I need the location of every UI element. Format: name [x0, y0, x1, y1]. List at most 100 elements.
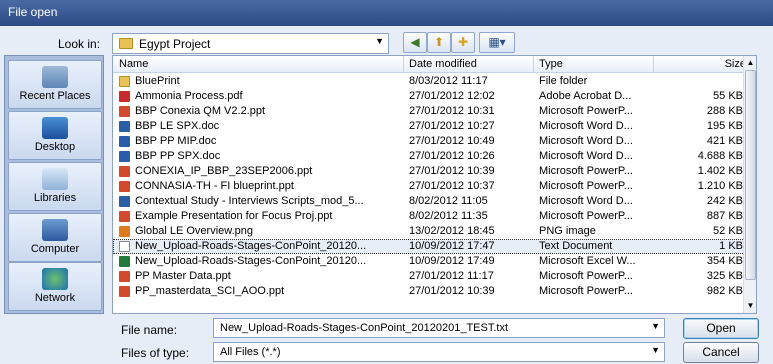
- file-date: 27/01/2012 10:39: [409, 285, 495, 297]
- place-label: Network: [34, 292, 76, 304]
- file-date: 27/01/2012 10:26: [409, 150, 495, 162]
- file-date: 27/01/2012 10:39: [409, 165, 495, 177]
- xls-file-icon: [119, 256, 130, 267]
- ppt-file-icon: [119, 106, 130, 117]
- chevron-down-icon[interactable]: ▼: [651, 321, 660, 331]
- file-size: 982 KB: [706, 285, 743, 297]
- file-date: 8/02/2012 11:35: [409, 210, 488, 222]
- file-row[interactable]: Contextual Study - Interviews Scripts_mo…: [113, 194, 745, 209]
- file-size: 354 KB: [706, 255, 743, 267]
- file-size: 421 KB: [706, 135, 743, 147]
- file-name: BBP PP MIP.doc: [135, 135, 217, 147]
- file-size: 4.688 KB: [697, 150, 743, 162]
- up-one-level-button[interactable]: ⬆: [427, 32, 451, 53]
- file-name: New_Upload-Roads-Stages-ConPoint_20120..…: [135, 240, 367, 252]
- file-row[interactable]: New_Upload-Roads-Stages-ConPoint_20120..…: [113, 239, 745, 254]
- place-desktop[interactable]: Desktop: [8, 111, 102, 160]
- file-type: Microsoft PowerP...: [539, 210, 633, 222]
- new-folder-icon: ✚: [457, 35, 469, 49]
- file-name: BBP PP SPX.doc: [135, 150, 221, 162]
- file-name-input[interactable]: New_Upload-Roads-Stages-ConPoint_2012020…: [213, 318, 665, 338]
- file-row[interactable]: PP_masterdata_SCI_AOO.ppt 27/01/2012 10:3…: [113, 284, 745, 299]
- file-type: Microsoft PowerP...: [539, 270, 633, 282]
- scrollbar-thumb[interactable]: [745, 70, 756, 280]
- files-of-type-dropdown[interactable]: All Files (*.*) ▼: [213, 342, 665, 362]
- file-name: Contextual Study - Interviews Scripts_mo…: [135, 195, 364, 207]
- cancel-button[interactable]: Cancel: [683, 342, 759, 363]
- file-type: Adobe Acrobat D...: [539, 90, 632, 102]
- new-folder-button[interactable]: ✚: [451, 32, 475, 53]
- file-type: Microsoft Word D...: [539, 135, 633, 147]
- chevron-down-icon[interactable]: ▼: [375, 36, 384, 46]
- file-row[interactable]: BBP PP SPX.doc 27/01/2012 10:26 Microsoft …: [113, 149, 745, 164]
- file-type: Microsoft PowerP...: [539, 285, 633, 297]
- place-libraries[interactable]: Libraries: [8, 162, 102, 211]
- file-name: BBP Conexia QM V2.2.ppt: [135, 105, 266, 117]
- column-divider[interactable]: [653, 56, 654, 73]
- ppt-file-icon: [119, 211, 130, 222]
- file-row[interactable]: New_Upload-Roads-Stages-ConPoint_20120..…: [113, 254, 745, 269]
- place-label: Recent Places: [19, 90, 91, 102]
- folder-file-icon: [119, 76, 130, 87]
- file-row[interactable]: CONEXIA_IP_BBP_23SEP2006.ppt 27/01/2012 1…: [113, 164, 745, 179]
- file-row[interactable]: CONNASIA-TH - FI blueprint.ppt 27/01/2012…: [113, 179, 745, 194]
- column-header-name[interactable]: Name: [119, 58, 148, 70]
- file-type: File folder: [539, 75, 588, 87]
- file-row[interactable]: PP Master Data.ppt 27/01/2012 11:17 Micros…: [113, 269, 745, 284]
- column-divider[interactable]: [533, 56, 534, 73]
- column-divider[interactable]: [403, 56, 404, 73]
- doc-file-icon: [119, 196, 130, 207]
- desktop-icon: [42, 117, 68, 139]
- file-list[interactable]: Name Date modified Type Size BluePrint 8/…: [112, 55, 757, 314]
- file-date: 27/01/2012 10:27: [409, 120, 495, 132]
- file-row[interactable]: Ammonia Process.pdf 27/01/2012 12:02 Adobe…: [113, 89, 745, 104]
- place-label: Libraries: [33, 192, 77, 204]
- file-row[interactable]: BBP Conexia QM V2.2.ppt 27/01/2012 10:31 M…: [113, 104, 745, 119]
- vertical-scrollbar[interactable]: ▲ ▼: [743, 56, 756, 313]
- open-button[interactable]: Open: [683, 318, 759, 339]
- look-in-dropdown[interactable]: Egypt Project ▼: [112, 33, 389, 54]
- file-type: Text Document: [539, 240, 613, 252]
- place-label: Desktop: [34, 141, 76, 153]
- libraries-icon: [42, 168, 68, 190]
- scroll-down-icon[interactable]: ▼: [745, 300, 756, 312]
- column-header-type[interactable]: Type: [539, 58, 563, 70]
- file-name: CONEXIA_IP_BBP_23SEP2006.ppt: [135, 165, 313, 177]
- file-type: Microsoft Word D...: [539, 150, 633, 162]
- scroll-up-icon[interactable]: ▲: [745, 57, 756, 69]
- pdf-file-icon: [119, 91, 130, 102]
- ppt-file-icon: [119, 286, 130, 297]
- file-name: PP_masterdata_SCI_AOO.ppt: [135, 285, 285, 297]
- look-in-label: Look in:: [58, 37, 101, 51]
- file-type: Microsoft Excel W...: [539, 255, 636, 267]
- file-date: 8/02/2012 11:05: [409, 195, 488, 207]
- view-menu-button[interactable]: ▦▾: [479, 32, 515, 53]
- file-size: 325 KB: [706, 270, 743, 282]
- file-type: Microsoft PowerP...: [539, 180, 633, 192]
- file-row[interactable]: Global LE Overview.png 13/02/2012 18:45 PN…: [113, 224, 745, 239]
- file-row[interactable]: BluePrint 8/03/2012 11:17 File folder: [113, 74, 745, 89]
- file-date: 13/02/2012 18:45: [409, 225, 495, 237]
- file-size: 288 KB: [706, 105, 743, 117]
- place-recent-places[interactable]: Recent Places: [8, 60, 102, 109]
- file-name: Ammonia Process.pdf: [135, 90, 243, 102]
- file-row[interactable]: BBP LE SPX.doc 27/01/2012 10:27 Microsoft …: [113, 119, 745, 134]
- file-size: 242 KB: [706, 195, 743, 207]
- file-date: 27/01/2012 10:37: [409, 180, 495, 192]
- file-date: 8/03/2012 11:17: [409, 75, 488, 87]
- file-row[interactable]: BBP PP MIP.doc 27/01/2012 10:49 Microsoft …: [113, 134, 745, 149]
- file-name: PP Master Data.ppt: [135, 270, 231, 282]
- file-row[interactable]: Example Presentation for Focus Proj.ppt 8…: [113, 209, 745, 224]
- place-network[interactable]: Network: [8, 262, 102, 311]
- back-button[interactable]: ◀: [403, 32, 427, 53]
- doc-file-icon: [119, 151, 130, 162]
- file-name: BBP LE SPX.doc: [135, 120, 220, 132]
- place-computer[interactable]: Computer: [8, 213, 102, 262]
- file-size: 55 KB: [713, 90, 743, 102]
- column-header-date[interactable]: Date modified: [409, 58, 477, 70]
- file-type: PNG image: [539, 225, 596, 237]
- chevron-down-icon[interactable]: ▼: [651, 345, 660, 355]
- file-name: Example Presentation for Focus Proj.ppt: [135, 210, 333, 222]
- file-date: 10/09/2012 17:49: [409, 255, 495, 267]
- back-arrow-icon: ◀: [410, 35, 420, 49]
